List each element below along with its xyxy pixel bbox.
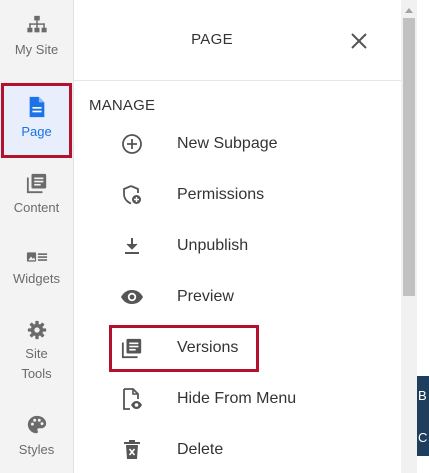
rail-item-styles[interactable]: Styles — [0, 414, 73, 473]
eye-icon — [112, 277, 152, 317]
rail-label-styles: Styles — [18, 442, 55, 457]
rail-item-content[interactable]: Content — [0, 172, 73, 232]
menu-label-unpublish: Unpublish — [177, 237, 249, 254]
rail-item-site-tools[interactable]: Site Tools — [0, 320, 73, 384]
content-icon — [26, 173, 46, 194]
palette-icon — [27, 415, 46, 434]
scrollbar-thumb[interactable] — [403, 18, 415, 296]
rail-item-my-site[interactable]: My Site — [0, 14, 73, 74]
rail-item-page[interactable]: Page — [0, 83, 73, 158]
menu-label-preview: Preview — [177, 288, 234, 305]
background-letter-b: B — [418, 388, 427, 403]
menu-item-preview[interactable]: Preview — [112, 277, 382, 317]
widgets-icon — [26, 252, 47, 262]
scroll-up-arrow-icon[interactable] — [405, 8, 413, 13]
menu-label-delete: Delete — [177, 441, 224, 458]
rail-label-site-tools-1: Site — [25, 346, 48, 361]
menu-item-hide-from-menu[interactable]: Hide From Menu — [112, 379, 382, 419]
page-highlight-box — [1, 83, 72, 158]
menu-item-delete[interactable]: Delete — [112, 430, 382, 470]
shield-add-icon — [112, 175, 152, 215]
menu-label-new-subpage: New Subpage — [177, 135, 278, 152]
download-icon — [112, 226, 152, 266]
menu-label-hide-from-menu: Hide From Menu — [177, 390, 297, 407]
menu-item-unpublish[interactable]: Unpublish — [112, 226, 382, 266]
gear-icon — [27, 320, 46, 340]
plus-circle-icon — [112, 124, 152, 164]
rail-label-my-site: My Site — [14, 42, 59, 57]
trash-icon — [112, 430, 152, 470]
sitemap-icon — [26, 15, 47, 33]
section-title-manage: MANAGE — [89, 97, 156, 114]
rail-label-content: Content — [13, 200, 60, 215]
versions-icon — [112, 328, 152, 368]
left-rail: My Site Page Content Widgets Site Tools … — [0, 0, 74, 473]
rail-label-site-tools-2: Tools — [21, 366, 52, 381]
panel-title: PAGE — [191, 31, 233, 48]
rail-item-widgets[interactable]: Widgets — [0, 249, 73, 309]
background-banner: B C — [417, 376, 429, 456]
menu-item-permissions[interactable]: Permissions — [112, 175, 382, 215]
rail-label-widgets: Widgets — [13, 271, 60, 286]
close-button[interactable] — [348, 30, 370, 52]
page-panel: PAGE MANAGE New Subpage Permissions Unpu… — [74, 0, 401, 473]
background-letter-c: C — [418, 430, 428, 445]
menu-item-new-subpage[interactable]: New Subpage — [112, 124, 382, 164]
menu-label-permissions: Permissions — [177, 186, 265, 203]
close-icon — [351, 33, 367, 49]
menu-label-versions: Versions — [177, 339, 239, 356]
menu-item-versions[interactable]: Versions — [112, 328, 382, 368]
header-divider — [74, 80, 401, 81]
file-eye-icon — [112, 379, 152, 419]
